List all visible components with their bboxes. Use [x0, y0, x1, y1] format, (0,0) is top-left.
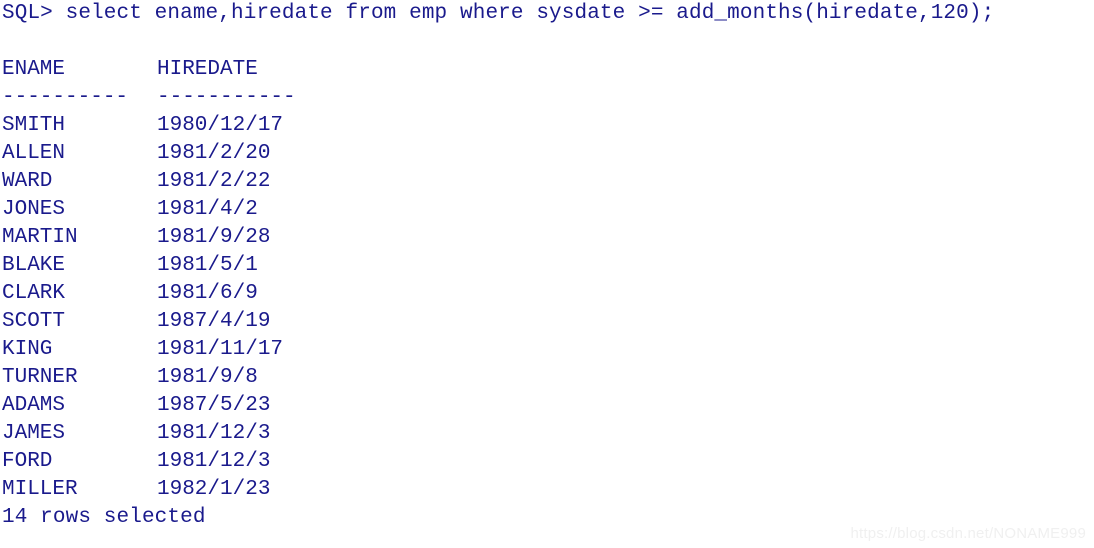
table-row: KING 1981/11/17: [2, 336, 1094, 364]
table-row: CLARK 1981/6/9: [2, 280, 1094, 308]
cell-hiredate: 1987/5/23: [157, 394, 271, 417]
table-row: JAMES 1981/12/3: [2, 420, 1094, 448]
table-row: JONES 1981/4/2: [2, 196, 1094, 224]
cell-ename: BLAKE: [2, 254, 66, 277]
cell-ename: KING: [2, 338, 53, 361]
column-separator-ename: ----------: [2, 86, 129, 109]
cell-hiredate: 1981/6/9: [157, 282, 258, 305]
cell-ename: SMITH: [2, 114, 66, 137]
cell-hiredate: 1981/12/3: [157, 450, 271, 473]
table-row: MARTIN 1981/9/28: [2, 224, 1094, 252]
cell-hiredate: 1981/4/2: [157, 198, 258, 221]
cell-hiredate: 1981/9/28: [157, 226, 271, 249]
table-row: MILLER 1982/1/23: [2, 476, 1094, 504]
cell-ename: TURNER: [2, 366, 78, 389]
column-header-ename: ENAME: [2, 58, 66, 81]
cell-hiredate: 1981/2/20: [157, 142, 271, 165]
command-line: SQL> select ename,hiredate from emp wher…: [2, 2, 995, 25]
cell-hiredate: 1981/9/8: [157, 366, 258, 389]
table-row: ALLEN 1981/2/20: [2, 140, 1094, 168]
cell-hiredate: 1981/2/22: [157, 170, 271, 193]
table-row: ADAMS 1987/5/23: [2, 392, 1094, 420]
table-row: SCOTT 1987/4/19: [2, 308, 1094, 336]
table-row: WARD 1981/2/22: [2, 168, 1094, 196]
column-header-row: ENAME HIREDATE: [2, 56, 1094, 84]
cell-ename: JAMES: [2, 422, 66, 445]
cell-ename: MILLER: [2, 478, 78, 501]
cell-ename: ALLEN: [2, 142, 66, 165]
table-row: FORD 1981/12/3: [2, 448, 1094, 476]
cell-ename: MARTIN: [2, 226, 78, 249]
cell-hiredate: 1980/12/17: [157, 114, 284, 137]
cell-hiredate: 1981/12/3: [157, 422, 271, 445]
cell-ename: SCOTT: [2, 310, 66, 333]
cell-hiredate: 1982/1/23: [157, 478, 271, 501]
table-row: SMITH 1980/12/17: [2, 112, 1094, 140]
cell-ename: ADAMS: [2, 394, 66, 417]
cell-ename: JONES: [2, 198, 66, 221]
cell-ename: WARD: [2, 170, 53, 193]
result-rows: SMITH 1980/12/17 ALLEN 1981/2/20 WARD 1981/2/…: [2, 112, 1094, 504]
table-row: TURNER 1981/9/8: [2, 364, 1094, 392]
column-header-hiredate: HIREDATE: [157, 58, 258, 81]
cell-hiredate: 1987/4/19: [157, 310, 271, 333]
cell-hiredate: 1981/5/1: [157, 254, 258, 277]
cell-hiredate: 1981/11/17: [157, 338, 284, 361]
column-separator-hiredate: -----------: [157, 86, 296, 109]
table-row: BLAKE 1981/5/1: [2, 252, 1094, 280]
sqlplus-terminal[interactable]: SQL> select ename,hiredate from emp wher…: [0, 0, 1094, 548]
cell-ename: CLARK: [2, 282, 66, 305]
column-separator-row: ---------- -----------: [2, 84, 1094, 112]
watermark: https://blog.csdn.net/NONAME999: [850, 525, 1086, 542]
cell-ename: FORD: [2, 450, 53, 473]
